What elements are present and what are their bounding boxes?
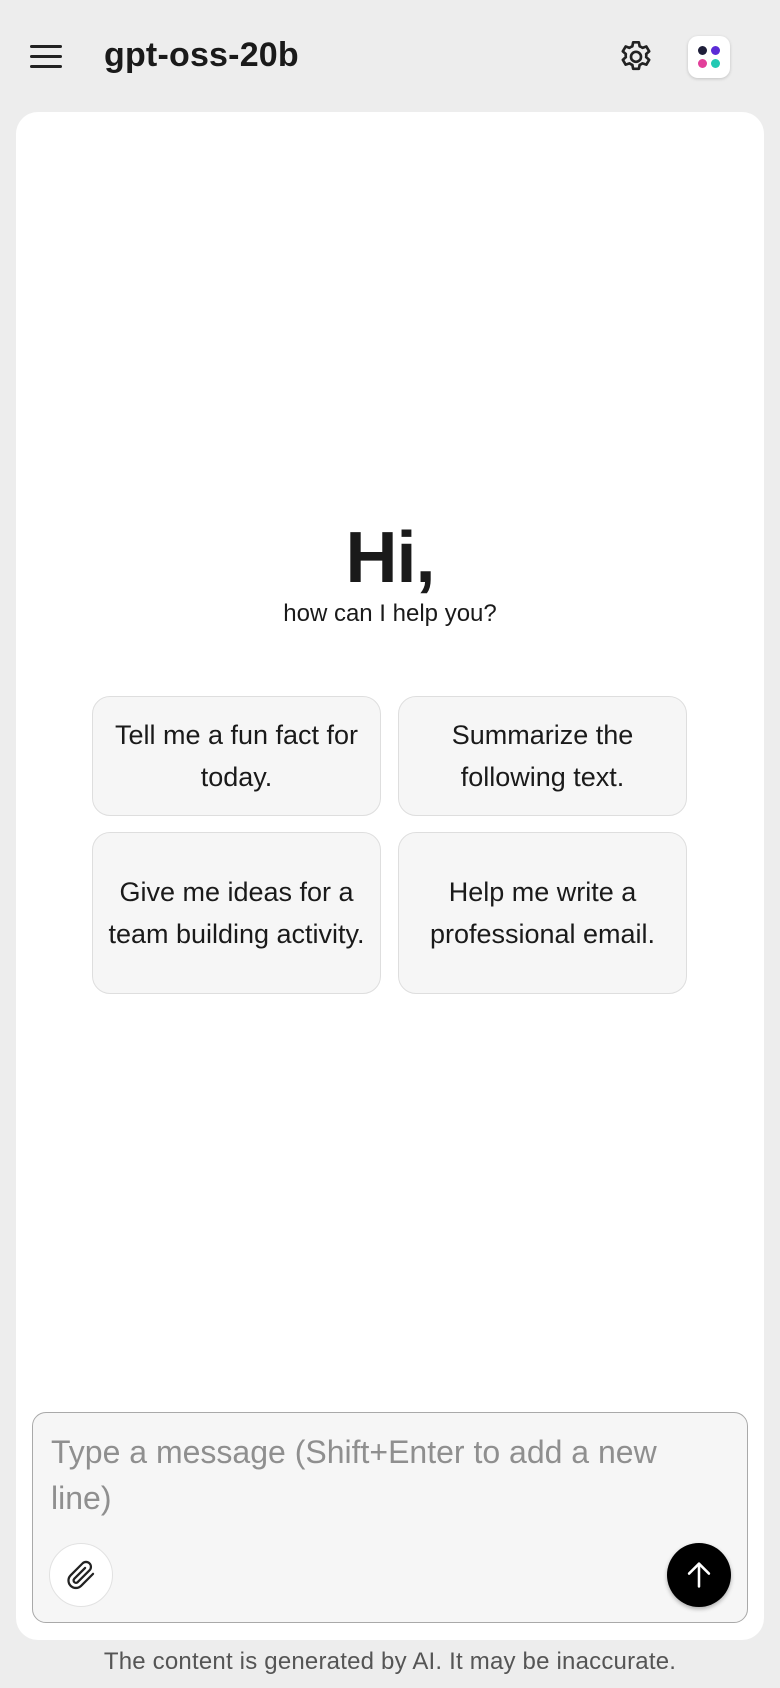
app-header: gpt-oss-20b	[0, 0, 780, 112]
logo-dot	[698, 59, 707, 68]
message-input[interactable]	[51, 1429, 721, 1529]
chat-panel: Hi, how can I help you? Tell me a fun fa…	[16, 112, 764, 1640]
suggestion-team-building[interactable]: Give me ideas for a team building activi…	[92, 832, 381, 994]
arrow-up-icon	[687, 1562, 711, 1588]
logo-dot	[698, 46, 707, 55]
ai-disclaimer: The content is generated by AI. It may b…	[103, 1648, 677, 1675]
app-logo-icon[interactable]	[688, 36, 730, 78]
logo-dot	[711, 59, 720, 68]
gear-icon[interactable]	[616, 38, 656, 78]
send-button[interactable]	[667, 1543, 731, 1607]
greeting-title: Hi,	[345, 518, 435, 598]
suggestion-summarize[interactable]: Summarize the following text.	[398, 696, 687, 816]
app-title: gpt-oss-20b	[104, 36, 299, 74]
paperclip-icon[interactable]	[49, 1543, 113, 1607]
suggestion-professional-email[interactable]: Help me write a professional email.	[398, 832, 687, 994]
message-composer	[32, 1412, 748, 1623]
hamburger-menu-icon[interactable]	[30, 38, 66, 74]
greeting-subtitle: how can I help you?	[283, 600, 497, 627]
suggestion-fun-fact[interactable]: Tell me a fun fact for today.	[92, 696, 381, 816]
logo-dot	[711, 46, 720, 55]
